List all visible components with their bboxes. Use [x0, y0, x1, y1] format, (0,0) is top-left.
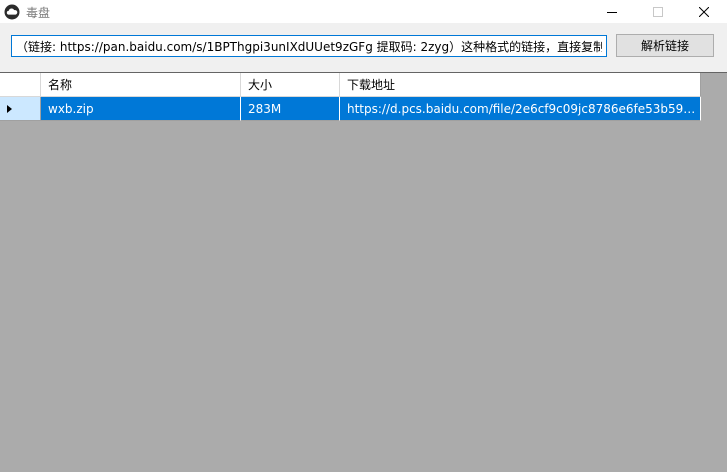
maximize-icon [653, 6, 663, 17]
row-selector[interactable] [0, 97, 41, 121]
table-row[interactable]: wxb.zip 283M https://d.pcs.baidu.com/fil… [0, 97, 701, 121]
column-header-size[interactable]: 大小 [241, 73, 340, 97]
cell-file-size[interactable]: 283M [241, 97, 340, 121]
file-grid[interactable]: 名称 大小 下载地址 wxb.zip 283M https://d.pcs.ba… [0, 72, 727, 472]
link-input[interactable] [11, 35, 607, 57]
grid-header: 名称 大小 下载地址 [0, 73, 701, 97]
current-row-arrow-icon [7, 105, 12, 113]
cell-file-name[interactable]: wxb.zip [41, 97, 241, 121]
maximize-button [635, 0, 681, 23]
row-header-corner[interactable] [0, 73, 41, 97]
column-header-url[interactable]: 下载地址 [340, 73, 701, 97]
parse-link-button[interactable]: 解析链接 [616, 34, 714, 57]
close-button[interactable] [681, 0, 727, 23]
column-header-name[interactable]: 名称 [41, 73, 241, 97]
title-bar: 毒盘 [0, 0, 727, 23]
cell-download-url[interactable]: https://d.pcs.baidu.com/file/2e6cf9c09jc… [340, 97, 701, 121]
cloud-icon [4, 4, 20, 20]
minimize-button[interactable] [589, 0, 635, 23]
window-title: 毒盘 [26, 6, 51, 20]
close-icon [699, 6, 709, 17]
minimize-icon [607, 11, 617, 13]
